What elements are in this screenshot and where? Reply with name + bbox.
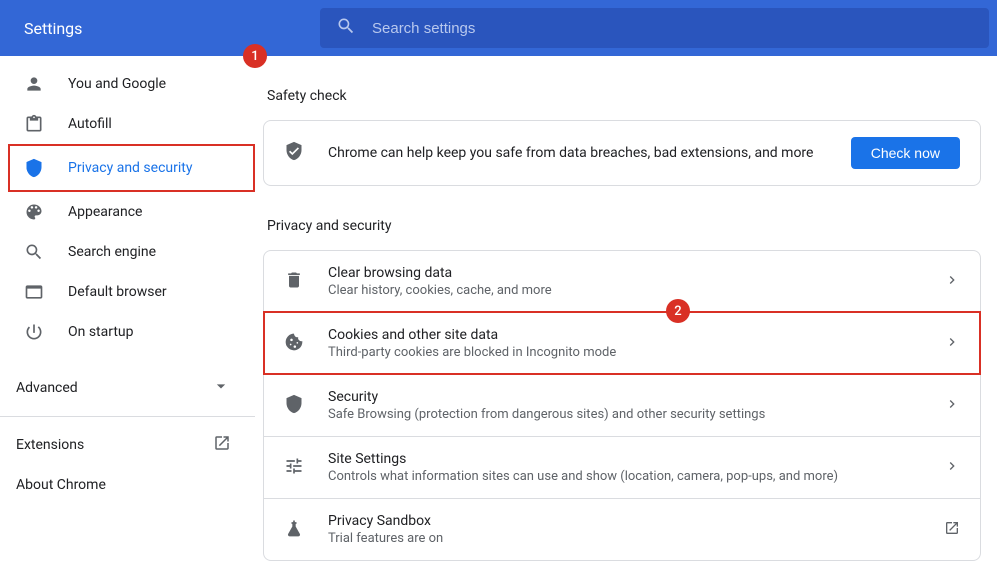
chevron-right-icon xyxy=(944,334,960,354)
sidebar-extensions-label: Extensions xyxy=(16,437,84,453)
chevron-down-icon xyxy=(211,376,231,400)
sidebar-item-search-engine[interactable]: Search engine xyxy=(0,232,239,272)
header: Settings xyxy=(0,0,997,56)
safety-check-card: Chrome can help keep you safe from data … xyxy=(263,120,981,186)
callout-badge-2: 2 xyxy=(666,299,690,323)
sidebar-item-privacy[interactable]: Privacy and security xyxy=(10,148,253,188)
sidebar-item-autofill[interactable]: Autofill xyxy=(0,104,239,144)
external-link-icon xyxy=(944,520,960,540)
row-title: Clear browsing data xyxy=(328,265,944,281)
sidebar-item-label: Search engine xyxy=(68,244,156,260)
clipboard-icon xyxy=(24,114,44,134)
sidebar-item-label: Default browser xyxy=(68,284,167,300)
row-desc: Trial features are on xyxy=(328,531,944,546)
sidebar-item-default-browser[interactable]: Default browser xyxy=(0,272,239,312)
search-box[interactable] xyxy=(320,8,989,48)
sidebar-item-label: Privacy and security xyxy=(68,160,192,176)
row-privacy-sandbox[interactable]: Privacy Sandbox Trial features are on xyxy=(264,498,980,560)
shield-check-icon xyxy=(284,141,304,165)
safety-check-text: Chrome can help keep you safe from data … xyxy=(328,145,851,161)
sliders-icon xyxy=(284,456,304,480)
palette-icon xyxy=(24,202,44,222)
row-desc: Controls what information sites can use … xyxy=(328,469,944,484)
row-site-settings[interactable]: Site Settings Controls what information … xyxy=(264,436,980,498)
chevron-right-icon xyxy=(944,396,960,416)
row-desc: Third-party cookies are blocked in Incog… xyxy=(328,345,944,360)
sidebar-advanced-label: Advanced xyxy=(16,380,78,396)
sidebar-extensions[interactable]: Extensions xyxy=(0,425,255,465)
chevron-right-icon xyxy=(944,272,960,292)
external-link-icon xyxy=(213,434,231,456)
main-content: Safety check Chrome can help keep you sa… xyxy=(255,56,997,575)
sidebar-item-on-startup[interactable]: On startup xyxy=(0,312,239,352)
sidebar-about[interactable]: About Chrome xyxy=(0,465,255,505)
row-clear-browsing-data[interactable]: Clear browsing data Clear history, cooki… xyxy=(264,251,980,312)
callout-badge-1: 1 xyxy=(243,44,267,68)
row-desc: Clear history, cookies, cache, and more xyxy=(328,283,944,298)
search-icon xyxy=(336,16,372,40)
sidebar-item-label: Autofill xyxy=(68,116,112,132)
cookie-icon xyxy=(284,332,304,356)
shield-icon xyxy=(24,158,44,178)
sidebar-item-label: On startup xyxy=(68,324,134,340)
row-desc: Safe Browsing (protection from dangerous… xyxy=(328,407,944,422)
row-security[interactable]: Security Safe Browsing (protection from … xyxy=(264,374,980,436)
privacy-list: Clear browsing data Clear history, cooki… xyxy=(263,250,981,561)
sidebar-about-label: About Chrome xyxy=(16,477,106,493)
row-title: Security xyxy=(328,389,944,405)
privacy-heading: Privacy and security xyxy=(267,218,981,234)
chevron-right-icon xyxy=(944,458,960,478)
flask-icon xyxy=(284,518,304,542)
row-title: Privacy Sandbox xyxy=(328,513,944,529)
sidebar: You and Google Autofill Privacy and secu… xyxy=(0,56,255,575)
search-input[interactable] xyxy=(372,20,973,37)
shield-icon xyxy=(284,394,304,418)
sidebar-item-label: Appearance xyxy=(68,204,142,220)
sidebar-item-label: You and Google xyxy=(68,76,166,92)
sidebar-advanced-toggle[interactable]: Advanced xyxy=(0,368,255,408)
safety-check-heading: Safety check xyxy=(267,88,981,104)
power-icon xyxy=(24,322,44,342)
sidebar-item-you-and-google[interactable]: You and Google xyxy=(0,64,239,104)
browser-icon xyxy=(24,282,44,302)
row-title: Cookies and other site data xyxy=(328,327,944,343)
sidebar-item-appearance[interactable]: Appearance xyxy=(0,192,239,232)
person-icon xyxy=(24,74,44,94)
callout-box-1: Privacy and security 1 xyxy=(8,144,255,192)
page-title: Settings xyxy=(0,19,320,38)
row-cookies[interactable]: Cookies and other site data Third-party … xyxy=(264,312,980,374)
row-title: Site Settings xyxy=(328,451,944,467)
trash-icon xyxy=(284,270,304,294)
search-icon xyxy=(24,242,44,262)
divider xyxy=(0,416,255,417)
check-now-button[interactable]: Check now xyxy=(851,137,960,169)
